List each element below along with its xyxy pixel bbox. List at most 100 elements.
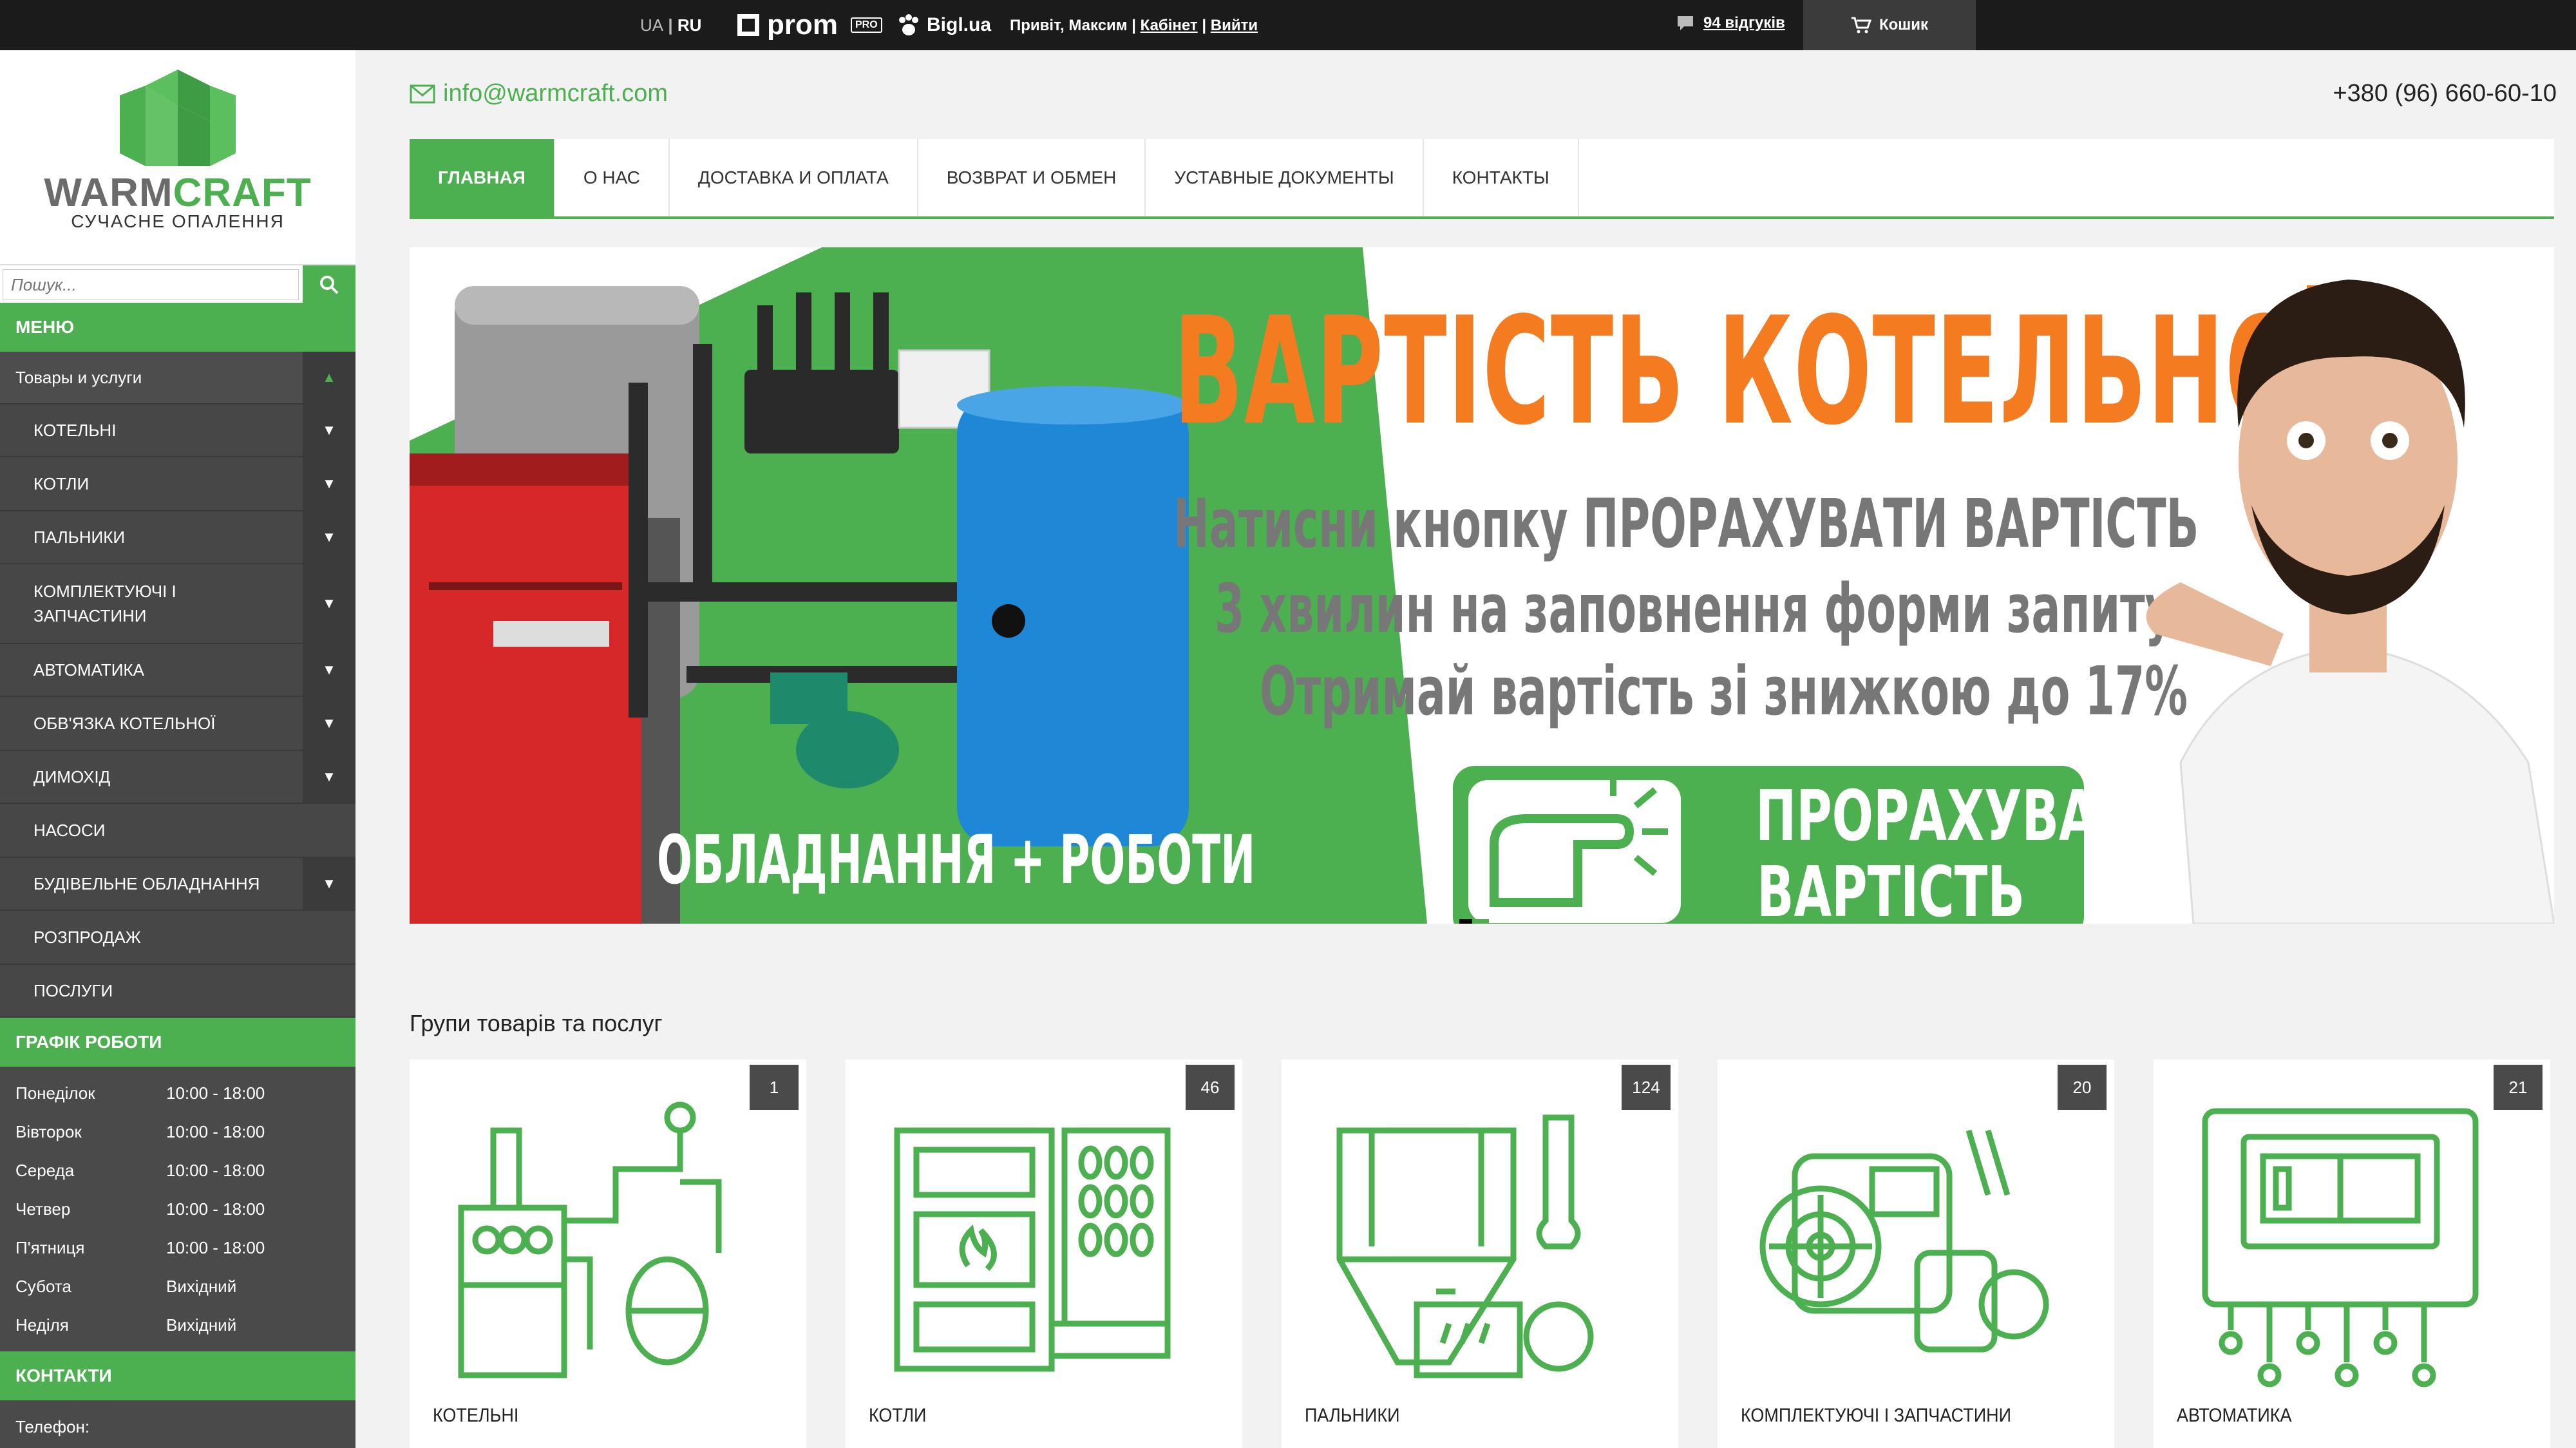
category-count: 20 [2058, 1065, 2107, 1110]
category-card-burners[interactable]: 124 ПАЛЬНИКИ [1282, 1060, 1678, 1448]
slider-dot[interactable] [1476, 919, 1489, 924]
sidebar-item-label: КОТЕЛЬНІ [33, 420, 117, 440]
cart-button[interactable]: Кошик [1803, 0, 1976, 50]
sidebar-item-chimney[interactable]: ДИМОХІД ▼ [0, 751, 355, 804]
sidebar-item-label: АВТОМАТИКА [33, 660, 144, 680]
category-card-components[interactable]: 20 КОМПЛЕКТУЮЧІ І ЗАПЧАСТИНИ [1718, 1060, 2114, 1448]
sidebar-item-label: ПАЛЬНИКИ [33, 527, 126, 547]
chevron-down-icon[interactable]: ▼ [303, 457, 355, 510]
prom-logo[interactable]: prom PRO [737, 9, 882, 41]
boilers-icon [894, 1127, 1171, 1372]
cart-label: Кошик [1879, 16, 1929, 33]
chevron-down-icon[interactable]: ▼ [303, 697, 355, 750]
sidebar-item-components[interactable]: КОМПЛЕКТУЮЧІ І ЗАПЧАСТИНИ ▼ [0, 564, 355, 644]
sidebar-item-products-services[interactable]: Товары и услуги ▲ [0, 352, 355, 405]
prom-logo-text: prom [767, 9, 838, 41]
calculate-price-button[interactable]: ПРОРАХУВАТИ ВАРТІСТЬ [1453, 766, 2170, 924]
banner-line-2: 3 хвилин на заповнення форми запиту [1215, 569, 2174, 648]
sidebar-item-services[interactable]: ПОСЛУГИ [0, 965, 355, 1018]
calculate-price-label: ПРОРАХУВАТИ ВАРТІСТЬ [1756, 779, 2170, 924]
chevron-up-icon[interactable]: ▲ [303, 352, 355, 403]
chevron-down-icon[interactable]: ▼ [303, 405, 355, 456]
top-bar: UA | RU prom PRO Bigl.ua Привіт, Максим … [0, 0, 2576, 50]
hand-pointer-icon [1490, 780, 1668, 907]
sidebar-item-automation[interactable]: АВТОМАТИКА ▼ [0, 644, 355, 697]
search-icon [320, 276, 339, 294]
category-count: 124 [1622, 1065, 1671, 1110]
chevron-down-icon[interactable]: ▼ [303, 644, 355, 696]
schedule-time: 10:00 - 18:00 [166, 1161, 265, 1180]
promo-banner[interactable]: ВАРТІСТЬ КОТЕЛЬНОЇ Натисни кнопку ПРОРАХ… [410, 247, 2554, 924]
schedule-time: Вихідний [166, 1277, 237, 1296]
envelope-icon [410, 84, 435, 103]
language-switcher: UA | RU [640, 15, 701, 35]
chevron-down-icon[interactable]: ▼ [303, 751, 355, 803]
contacts-heading: КОНТАКТИ [0, 1351, 355, 1400]
schedule-day: Середа [15, 1161, 75, 1180]
categories-title: Групи товарів та послуг [410, 1010, 663, 1036]
category-card-boiler-rooms[interactable]: 1 КОТЕЛЬНІ [410, 1060, 806, 1448]
category-card-automation[interactable]: 21 АВТОМАТИКА [2154, 1060, 2550, 1448]
cabinet-link[interactable]: Кабінет [1141, 17, 1198, 34]
burners-icon [1336, 1114, 1594, 1378]
bigl-logo[interactable]: Bigl.ua [897, 14, 991, 36]
lang-ru-link[interactable]: RU [677, 15, 702, 35]
sidebar-item-label: КОМПЛЕКТУЮЧІ І ЗАПЧАСТИНИ [33, 582, 176, 625]
nav-returns[interactable]: ВОЗВРАТ И ОБМЕН [918, 139, 1146, 216]
sidebar-item-label: ДИМОХІД [33, 767, 111, 786]
banner-man-illustration [2146, 280, 2554, 924]
comment-icon [1678, 16, 1693, 30]
category-count: 46 [1186, 1065, 1235, 1110]
search-box [0, 264, 355, 304]
schedule-time: 10:00 - 18:00 [166, 1122, 265, 1141]
nav-about[interactable]: О НАС [555, 139, 670, 216]
slider-dot-active[interactable] [1459, 919, 1472, 924]
schedule-day: Субота [15, 1277, 71, 1296]
search-input[interactable] [3, 269, 299, 300]
sidebar-item-boiler-piping[interactable]: ОБВ'ЯЗКА КОТЕЛЬНОЇ ▼ [0, 697, 355, 751]
sidebar-item-pumps[interactable]: НАСОСИ [0, 804, 355, 858]
chevron-down-icon[interactable]: ▼ [303, 858, 355, 910]
sidebar-item-boiler-rooms[interactable]: КОТЕЛЬНІ ▼ [0, 405, 355, 457]
nav-documents[interactable]: УСТАВНЫЕ ДОКУМЕНТЫ [1146, 139, 1424, 216]
schedule-day: Неділя [15, 1315, 69, 1335]
nav-contacts[interactable]: КОНТАКТЫ [1424, 139, 1579, 216]
search-button[interactable] [303, 265, 355, 304]
email-text: info@warmcraft.com [443, 80, 668, 107]
pro-badge: PRO [851, 17, 882, 33]
nav-home[interactable]: ГЛАВНАЯ [410, 139, 555, 216]
sidebar-item-label: ОБВ'ЯЗКА КОТЕЛЬНОЇ [33, 713, 216, 733]
sidebar-item-burners[interactable]: ПАЛЬНИКИ ▼ [0, 511, 355, 564]
schedule-day: П'ятниця [15, 1238, 85, 1257]
bigl-text: Bigl.ua [927, 14, 992, 35]
controller-icon [2202, 1108, 2479, 1387]
logout-link[interactable]: Вийти [1211, 17, 1258, 34]
category-name: АВТОМАТИКА [2177, 1405, 2292, 1426]
pointing-hand-icon [1468, 780, 1681, 923]
greeting-text: Привіт, Максим [1010, 17, 1128, 34]
lang-ua-link[interactable]: UA [640, 15, 663, 35]
category-card-boilers[interactable]: 46 КОТЛИ [846, 1060, 1242, 1448]
reviews-link[interactable]: 94 відгуків [1676, 14, 1785, 32]
user-greeting: Привіт, Максим | Кабінет | Вийти [1010, 17, 1258, 34]
fan-motor-icon [1759, 1129, 2049, 1353]
phone-label: Телефон: [15, 1417, 90, 1436]
chevron-down-icon[interactable]: ▼ [303, 564, 355, 643]
logo-warm: WARM [44, 171, 173, 215]
category-name: КОМПЛЕКТУЮЧІ І ЗАПЧАСТИНИ [1741, 1405, 2012, 1426]
sidebar-item-label: НАСОСИ [33, 820, 106, 840]
logo-subtitle: СУЧАСНЕ ОПАЛЕННЯ [71, 211, 285, 231]
sidebar-item-label: РОЗПРОДАЖ [33, 927, 141, 947]
chevron-down-icon[interactable]: ▼ [303, 511, 355, 563]
site-logo[interactable]: WARMCRAFT СУЧАСНЕ ОПАЛЕННЯ [0, 50, 355, 264]
logo-craft: CRAFT [173, 171, 312, 215]
sidebar-item-sale[interactable]: РОЗПРОДАЖ [0, 911, 355, 965]
sidebar-item-boilers[interactable]: КОТЛИ ▼ [0, 457, 355, 511]
cart-icon [1851, 17, 1871, 33]
sidebar-item-label: ПОСЛУГИ [33, 980, 113, 1000]
sidebar-item-construction[interactable]: БУДІВЕЛЬНЕ ОБЛАДНАННЯ ▼ [0, 858, 355, 911]
schedule-day: Четвер [15, 1199, 71, 1219]
email-link[interactable]: info@warmcraft.com [410, 80, 668, 108]
nav-delivery[interactable]: ДОСТАВКА И ОПЛАТА [670, 139, 918, 216]
category-count: 21 [2494, 1065, 2543, 1110]
